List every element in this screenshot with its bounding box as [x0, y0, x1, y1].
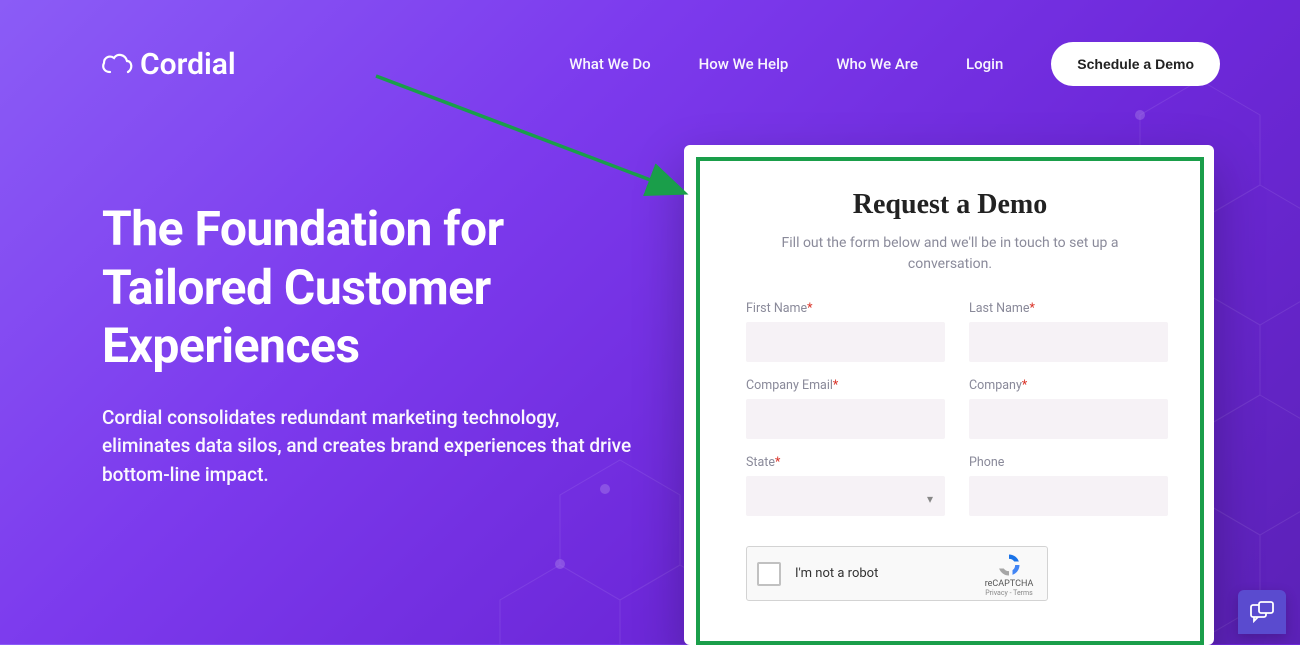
state-label: State*	[746, 455, 945, 470]
demo-form-highlight: Request a Demo Fill out the form below a…	[696, 157, 1204, 645]
form-title: Request a Demo	[718, 189, 1182, 221]
brand-name: Cordial	[140, 47, 236, 82]
field-company: Company*	[969, 378, 1168, 439]
field-company-email: Company Email*	[746, 378, 945, 439]
recaptcha-legal: Privacy - Terms	[979, 589, 1039, 597]
first-name-input[interactable]	[746, 322, 945, 362]
form-scroll-area[interactable]: First Name* Last Name* Company Email* Co…	[718, 297, 1182, 631]
chat-widget-button[interactable]	[1238, 590, 1286, 634]
state-select[interactable]	[746, 476, 945, 516]
recaptcha-icon	[995, 551, 1023, 579]
brand-logo[interactable]: Cordial	[100, 47, 236, 82]
field-last-name: Last Name*	[969, 301, 1168, 362]
company-label: Company*	[969, 378, 1168, 393]
recaptcha-badge: reCAPTCHA Privacy - Terms	[979, 551, 1039, 597]
nav-who-we-are[interactable]: Who We Are	[836, 55, 918, 73]
main-nav: What We Do How We Help Who We Are Login …	[569, 42, 1220, 86]
schedule-demo-button[interactable]: Schedule a Demo	[1051, 42, 1220, 86]
company-email-input[interactable]	[746, 399, 945, 439]
last-name-input[interactable]	[969, 322, 1168, 362]
hero-subtitle: Cordial consolidates redundant marketing…	[102, 404, 642, 490]
first-name-label: First Name*	[746, 301, 945, 316]
recaptcha-label: I'm not a robot	[795, 566, 878, 581]
hero-section: The Foundation for Tailored Customer Exp…	[102, 200, 642, 489]
recaptcha-checkbox[interactable]	[757, 562, 781, 586]
field-first-name: First Name*	[746, 301, 945, 362]
last-name-label: Last Name*	[969, 301, 1168, 316]
company-email-label: Company Email*	[746, 378, 945, 393]
nav-what-we-do[interactable]: What We Do	[569, 55, 650, 73]
phone-label: Phone	[969, 455, 1168, 470]
hero-title: The Foundation for Tailored Customer Exp…	[102, 200, 642, 376]
nav-login[interactable]: Login	[966, 55, 1003, 73]
nav-how-we-help[interactable]: How We Help	[699, 55, 789, 73]
chat-icon	[1250, 601, 1274, 623]
site-header: Cordial What We Do How We Help Who We Ar…	[0, 0, 1300, 86]
recaptcha-brand: reCAPTCHA	[979, 580, 1039, 589]
field-phone: Phone	[969, 455, 1168, 516]
recaptcha-widget[interactable]: I'm not a robot reCAPTCHA Privacy - Term…	[746, 546, 1048, 601]
cloud-icon	[100, 52, 134, 76]
form-subtitle: Fill out the form below and we'll be in …	[746, 233, 1154, 275]
field-state: State*	[746, 455, 945, 516]
company-input[interactable]	[969, 399, 1168, 439]
demo-form-card: Request a Demo Fill out the form below a…	[684, 145, 1214, 645]
phone-input[interactable]	[969, 476, 1168, 516]
